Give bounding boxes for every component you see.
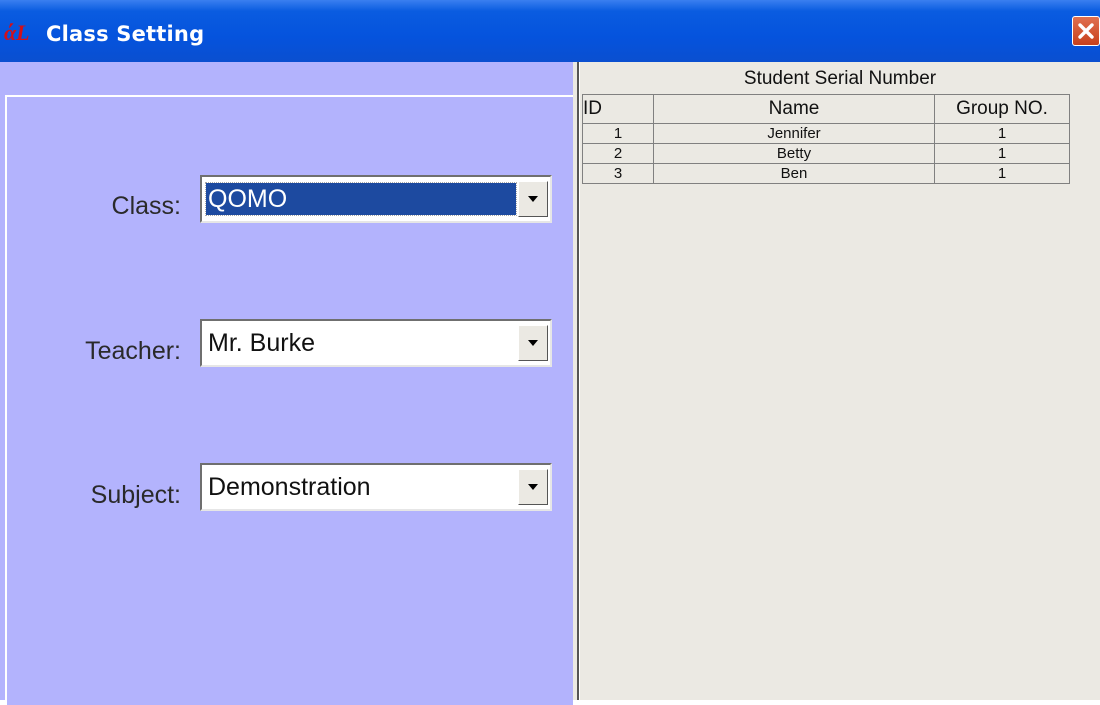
teacher-label: Teacher: bbox=[85, 337, 181, 365]
cell-id: 1 bbox=[582, 123, 654, 144]
column-header-group[interactable]: Group NO. bbox=[934, 94, 1070, 124]
table-caption: Student Serial Number bbox=[743, 68, 937, 89]
teacher-dropdown-button[interactable] bbox=[518, 325, 548, 361]
table-row[interactable]: 2 Betty 1 bbox=[582, 143, 1070, 164]
cell-name: Jennifer bbox=[653, 123, 935, 144]
teacher-dropdown[interactable]: Mr. Burke bbox=[200, 319, 552, 367]
teacher-value: Mr. Burke bbox=[208, 329, 315, 357]
panel-divider[interactable] bbox=[573, 62, 579, 700]
class-form-panel: Class: QOMO Teacher: Mr. Burke Subject: … bbox=[0, 62, 573, 705]
cell-group: 1 bbox=[934, 163, 1070, 184]
table-header-row: ID Name Group NO. bbox=[582, 94, 1070, 124]
cell-id: 3 bbox=[582, 163, 654, 184]
chevron-down-icon bbox=[528, 340, 538, 346]
subject-value: Demonstration bbox=[208, 473, 371, 501]
close-button[interactable] bbox=[1072, 16, 1100, 46]
cell-group: 1 bbox=[934, 143, 1070, 164]
class-dropdown-button[interactable] bbox=[518, 181, 548, 217]
table-row[interactable]: 1 Jennifer 1 bbox=[582, 123, 1070, 144]
chevron-down-icon bbox=[528, 484, 538, 490]
cell-group: 1 bbox=[934, 123, 1070, 144]
class-label: Class: bbox=[111, 192, 181, 220]
cell-id: 2 bbox=[582, 143, 654, 164]
chevron-down-icon bbox=[528, 196, 538, 202]
table-row[interactable]: 3 Ben 1 bbox=[582, 163, 1070, 184]
app-logo-icon: άL bbox=[4, 20, 30, 45]
cell-name: Betty bbox=[653, 143, 935, 164]
class-value: QOMO bbox=[205, 182, 517, 216]
window-title: Class Setting bbox=[46, 22, 205, 46]
close-icon bbox=[1078, 23, 1094, 39]
subject-dropdown[interactable]: Demonstration bbox=[200, 463, 552, 511]
cell-name: Ben bbox=[653, 163, 935, 184]
class-dropdown[interactable]: QOMO bbox=[200, 175, 552, 223]
column-header-id[interactable]: ID bbox=[582, 94, 654, 124]
form-group-box: Class: QOMO Teacher: Mr. Burke Subject: … bbox=[5, 95, 573, 705]
student-table: ID Name Group NO. 1 Jennifer 1 2 Betty 1… bbox=[582, 94, 1070, 184]
column-header-name[interactable]: Name bbox=[653, 94, 935, 124]
student-list-panel: Student Serial Number ID Name Group NO. … bbox=[580, 62, 1100, 700]
subject-dropdown-button[interactable] bbox=[518, 469, 548, 505]
title-bar: άL Class Setting bbox=[0, 0, 1100, 62]
subject-label: Subject: bbox=[90, 481, 181, 509]
